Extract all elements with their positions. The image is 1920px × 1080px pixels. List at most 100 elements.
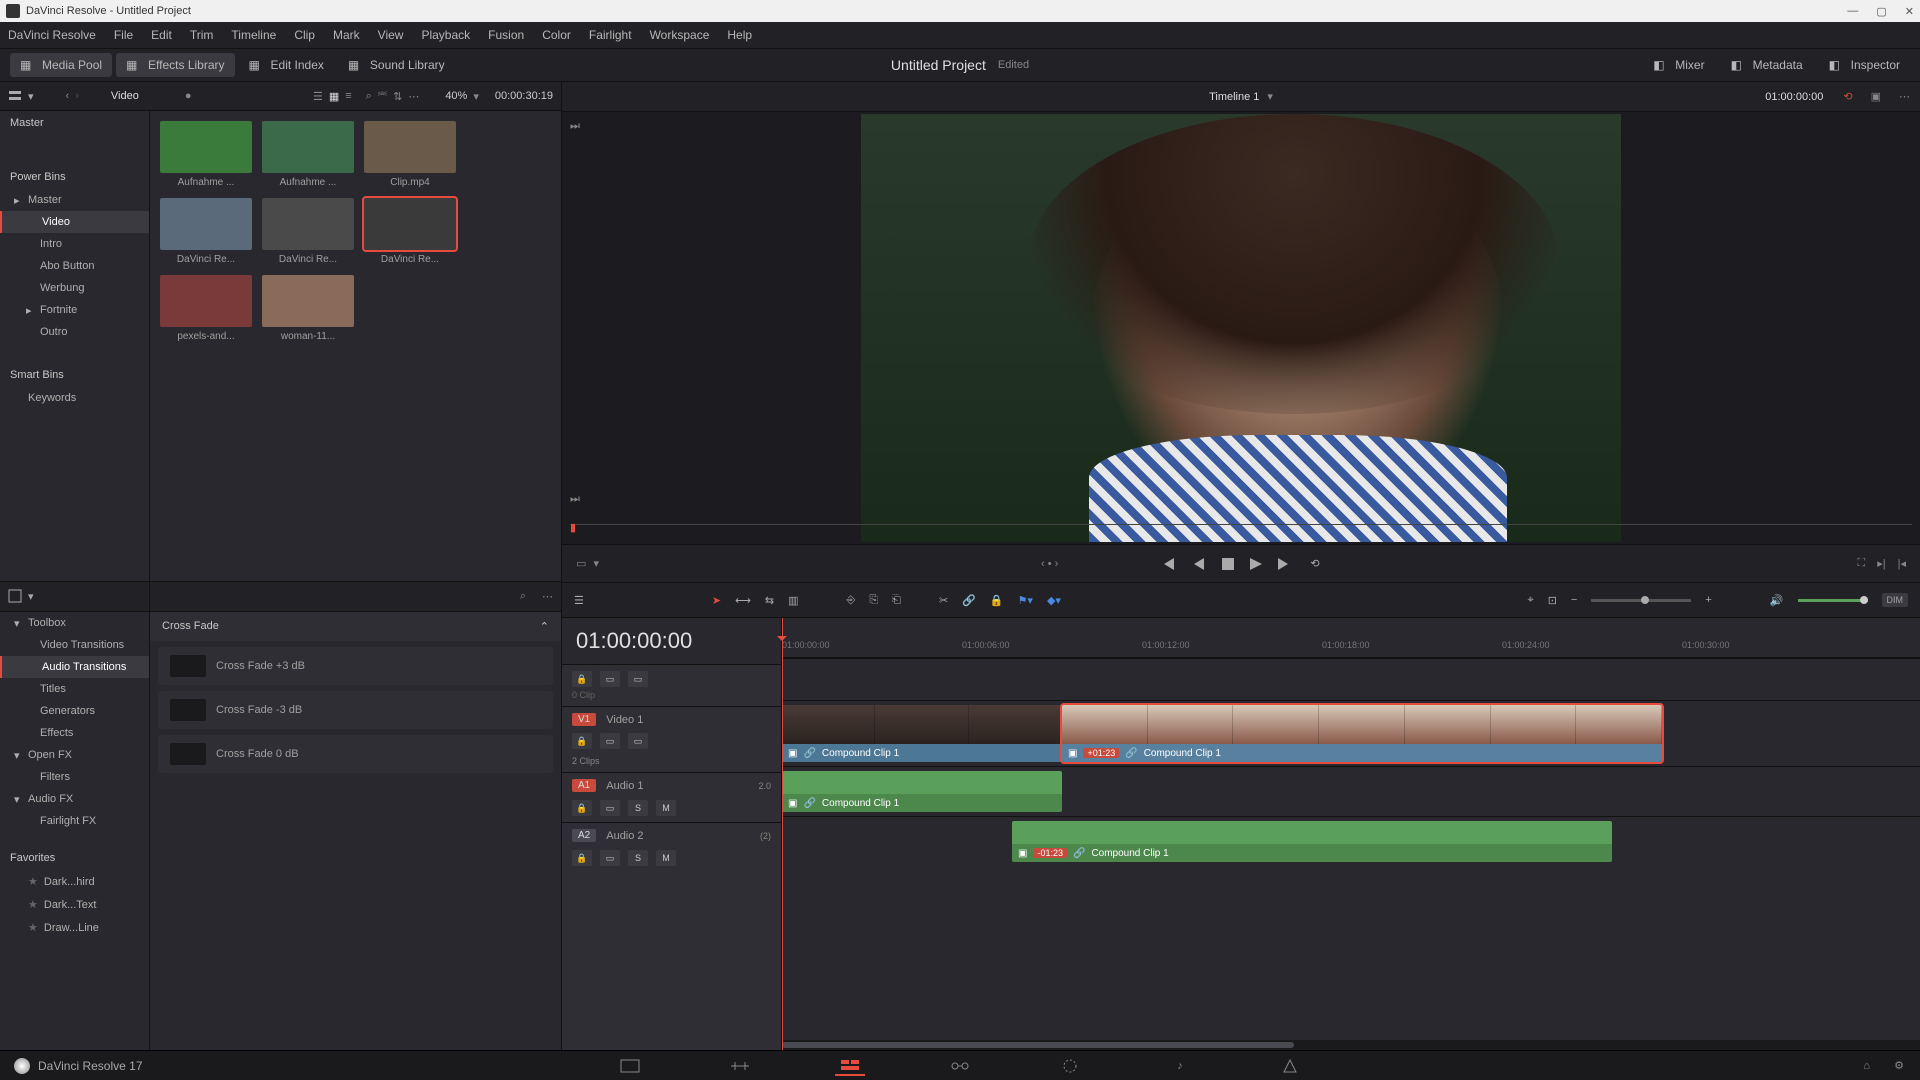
settings-icon[interactable]: ⚙ bbox=[1894, 1059, 1904, 1072]
collapse-icon[interactable]: ⌃ bbox=[540, 620, 549, 633]
bin-item[interactable]: Video bbox=[0, 211, 149, 233]
timeline-clip[interactable]: ▣🔗Compound Clip 1 bbox=[782, 771, 1062, 812]
media-clip[interactable]: Clip.mp4 bbox=[364, 121, 456, 188]
timeline-viewer[interactable]: ⏭ ⏭ ▮ bbox=[562, 112, 1920, 544]
lock-icon[interactable]: 🔒 bbox=[572, 671, 592, 687]
chevron-down-icon[interactable]: ▾ bbox=[28, 590, 34, 603]
more-icon[interactable]: ⋯ bbox=[1899, 90, 1910, 103]
play-icon[interactable] bbox=[1250, 558, 1262, 570]
fx-tree-item[interactable]: Audio Transitions bbox=[0, 656, 149, 678]
inspector-toggle[interactable]: ◧Inspector bbox=[1819, 53, 1910, 77]
insert-icon[interactable]: ⎆ bbox=[847, 594, 856, 607]
fullscreen-icon[interactable]: ⛶ bbox=[1858, 557, 1866, 570]
sort-icon[interactable]: ⇅ bbox=[393, 90, 402, 103]
view-thumb-icon[interactable]: ▦ bbox=[329, 90, 339, 103]
prev-frame-icon[interactable] bbox=[1194, 558, 1206, 570]
sound-library-toggle[interactable]: ▦Sound Library bbox=[338, 53, 455, 77]
menu-mark[interactable]: Mark bbox=[333, 28, 360, 42]
menu-fairlight[interactable]: Fairlight bbox=[589, 28, 632, 42]
timeline-body[interactable]: 01:00:00:0001:00:06:0001:00:12:0001:00:1… bbox=[782, 618, 1920, 1050]
lock-icon[interactable]: 🔒 bbox=[990, 594, 1004, 607]
fx-tree-item[interactable]: Fairlight FX bbox=[0, 810, 149, 832]
lock-icon[interactable]: 🔒 bbox=[572, 733, 592, 749]
track-a1[interactable]: ▣🔗Compound Clip 1 bbox=[782, 766, 1920, 816]
auto-select-icon[interactable]: ▭ bbox=[600, 733, 620, 749]
fx-tree-item[interactable]: ▾Toolbox bbox=[0, 612, 149, 634]
track-badge[interactable]: V1 bbox=[572, 713, 596, 726]
link-icon[interactable]: 🔗 bbox=[962, 594, 976, 607]
bin-item[interactable]: ▸Fortnite bbox=[0, 299, 149, 321]
view-metadata-icon[interactable]: ☰ bbox=[313, 90, 323, 103]
match-frame-icon[interactable]: ‹ • › bbox=[1041, 558, 1058, 570]
trim-tool-icon[interactable]: ⟷ bbox=[735, 594, 751, 607]
bin-item[interactable]: Outro bbox=[0, 321, 149, 343]
snapping-icon[interactable]: ⌖ bbox=[1528, 594, 1534, 607]
search-icon[interactable]: ⌕ bbox=[366, 90, 372, 103]
metadata-toggle[interactable]: ◧Metadata bbox=[1721, 53, 1813, 77]
mute-button[interactable]: M bbox=[656, 800, 676, 816]
timeline-scrollbar[interactable] bbox=[782, 1040, 1920, 1050]
timeline-view-icon[interactable]: ☰ bbox=[574, 594, 584, 607]
blade-tool-icon[interactable]: ▥ bbox=[788, 594, 798, 607]
media-clip[interactable]: Aufnahme ... bbox=[160, 121, 252, 188]
step-fwd-icon[interactable]: ▸| bbox=[1877, 557, 1885, 570]
fusion-page-icon[interactable] bbox=[945, 1056, 975, 1076]
deliver-page-icon[interactable] bbox=[1275, 1056, 1305, 1076]
media-clip[interactable]: pexels-and... bbox=[160, 275, 252, 342]
volume-slider[interactable] bbox=[1798, 599, 1868, 602]
media-page-icon[interactable] bbox=[615, 1056, 645, 1076]
menu-file[interactable]: File bbox=[114, 28, 133, 42]
timeline-clip[interactable]: ▣-01:23🔗Compound Clip 1 bbox=[1012, 821, 1612, 862]
fx-tree-item[interactable]: Effects bbox=[0, 722, 149, 744]
minimize-icon[interactable]: — bbox=[1847, 5, 1858, 18]
panel-icon[interactable] bbox=[8, 589, 22, 603]
track-v2[interactable] bbox=[782, 658, 1920, 700]
more-icon[interactable]: ⋯ bbox=[542, 590, 553, 603]
filter-icon[interactable]: ⎃ bbox=[378, 90, 387, 103]
media-clip[interactable]: DaVinci Re... bbox=[364, 198, 456, 265]
dynamic-trim-icon[interactable]: ⇆ bbox=[765, 594, 774, 607]
zoom-slider-minus[interactable]: − bbox=[1571, 594, 1577, 606]
cut-page-icon[interactable] bbox=[725, 1056, 755, 1076]
bin-item[interactable]: Intro bbox=[0, 233, 149, 255]
menu-timeline[interactable]: Timeline bbox=[231, 28, 276, 42]
favorite-item[interactable]: ★Dark...hird bbox=[0, 870, 149, 893]
stop-icon[interactable] bbox=[1222, 558, 1234, 570]
more-icon[interactable]: ⋯ bbox=[408, 90, 419, 103]
nav-fwd-icon[interactable]: › bbox=[75, 90, 79, 102]
solo-button[interactable]: S bbox=[628, 800, 648, 816]
bin-item[interactable]: Abo Button bbox=[0, 255, 149, 277]
breadcrumb[interactable]: Video bbox=[111, 90, 139, 102]
maximize-icon[interactable]: ▢ bbox=[1876, 5, 1886, 18]
overwrite-icon[interactable]: ⎘ bbox=[869, 594, 878, 607]
auto-select-icon[interactable]: ▭ bbox=[600, 671, 620, 687]
fx-tree-item[interactable]: ▾Open FX bbox=[0, 744, 149, 766]
bypass-icon[interactable]: ▭ bbox=[576, 558, 586, 570]
track-badge[interactable]: A1 bbox=[572, 779, 596, 792]
chevron-down-icon[interactable]: ▾ bbox=[1267, 90, 1273, 103]
fx-group-header[interactable]: Cross Fade ⌃ bbox=[150, 612, 561, 641]
chevron-down-icon[interactable]: ▾ bbox=[473, 90, 479, 103]
viewer-scrubber[interactable]: ▮ bbox=[570, 524, 1912, 538]
prev-edit-icon[interactable]: ⏭ bbox=[570, 120, 580, 133]
fx-tree-item[interactable]: ▾Audio FX bbox=[0, 788, 149, 810]
selection-tool-icon[interactable]: ➤ bbox=[712, 594, 721, 607]
marker-icon[interactable]: ◆▾ bbox=[1047, 594, 1061, 607]
bin-item[interactable]: Keywords bbox=[0, 387, 149, 409]
effect-item[interactable]: Cross Fade -3 dB bbox=[158, 691, 553, 729]
menu-workspace[interactable]: Workspace bbox=[650, 28, 710, 42]
lock-icon[interactable]: 🔒 bbox=[572, 800, 592, 816]
disable-icon[interactable]: ▭ bbox=[628, 733, 648, 749]
mute-button[interactable]: M bbox=[656, 850, 676, 866]
disable-icon[interactable]: ▭ bbox=[628, 671, 648, 687]
track-header-a2[interactable]: A2Audio 2(2) 🔒▭SM bbox=[562, 822, 781, 872]
mute-icon[interactable]: 🔊 bbox=[1770, 594, 1784, 607]
bin-item[interactable]: Werbung bbox=[0, 277, 149, 299]
menu-color[interactable]: Color bbox=[542, 28, 571, 42]
sync-icon[interactable]: ⟲ bbox=[1843, 90, 1852, 103]
media-clip[interactable]: DaVinci Re... bbox=[262, 198, 354, 265]
viewer-zoom[interactable]: 40% bbox=[445, 90, 467, 102]
timeline-ruler[interactable]: 01:00:00:0001:00:06:0001:00:12:0001:00:1… bbox=[782, 618, 1920, 658]
auto-select-icon[interactable]: ▭ bbox=[600, 850, 620, 866]
effect-item[interactable]: Cross Fade +3 dB bbox=[158, 647, 553, 685]
